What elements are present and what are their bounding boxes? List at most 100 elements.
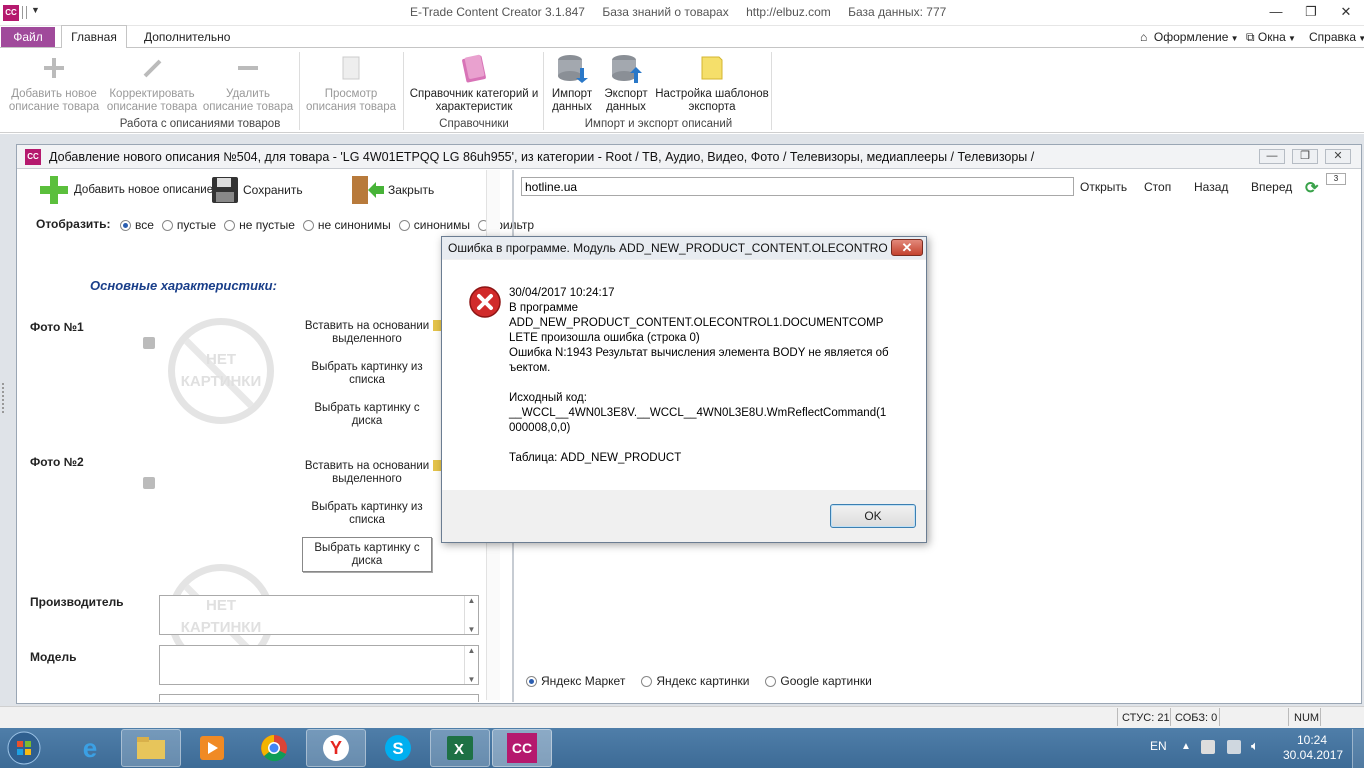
child-app-icon: CC xyxy=(25,149,41,165)
chrome-taskbar-button[interactable] xyxy=(244,729,304,767)
no-image-text: НЕТ xyxy=(206,351,236,368)
no-image-text: КАРТИНКИ xyxy=(180,373,262,390)
add-description-button[interactable]: Добавить новое описание товара xyxy=(6,52,102,114)
scroll-down-icon[interactable]: ▼ xyxy=(468,625,476,634)
design-menu[interactable]: ⌂ Оформление ▼ xyxy=(1140,29,1239,45)
stop-button[interactable]: Стоп xyxy=(1144,180,1171,194)
next-field[interactable] xyxy=(159,694,479,702)
explorer-taskbar-button[interactable] xyxy=(121,729,181,767)
design-label: Оформление xyxy=(1153,30,1229,44)
delete-photo2-icon[interactable] xyxy=(143,477,155,489)
group-io-label: Импорт и экспорт описаний xyxy=(584,118,733,130)
content-creator-taskbar-button[interactable]: CC xyxy=(492,729,552,767)
filter-synonyms-radio[interactable]: синонимы xyxy=(398,218,470,232)
show-desktop-button[interactable] xyxy=(1352,729,1364,768)
catalog-button[interactable]: Справочник категорий и характеристик xyxy=(408,52,540,114)
radio-label: Яндекс картинки xyxy=(656,674,750,688)
network-icon[interactable] xyxy=(1227,740,1241,754)
delete-description-button[interactable]: Удалить описание товара xyxy=(200,52,296,114)
manufacturer-scrollbar[interactable]: ▲ ▼ xyxy=(464,596,478,634)
filter-nonsynonyms-radio[interactable]: не синонимы xyxy=(302,218,391,232)
model-scrollbar[interactable]: ▲ ▼ xyxy=(464,646,478,684)
photo2-choose-list-button[interactable]: Выбрать картинку из списка xyxy=(302,501,432,527)
svg-text:S: S xyxy=(392,739,403,758)
folder-icon xyxy=(433,320,441,331)
photo2-insert-button[interactable]: Вставить на основании выделенного xyxy=(302,460,432,486)
windows-menu[interactable]: ⧉ Окна ▼ xyxy=(1246,29,1296,45)
status-stus: СТУС: 21 xyxy=(1122,712,1170,724)
url-input[interactable] xyxy=(521,177,1074,196)
minimize-icon[interactable]: — xyxy=(1263,3,1289,21)
svg-text:X: X xyxy=(454,741,464,758)
yandex-market-radio[interactable]: Яндекс Маркет xyxy=(526,674,625,688)
yandex-images-radio[interactable]: Яндекс картинки xyxy=(641,674,749,688)
status-separator xyxy=(1219,708,1220,726)
radio-label: Google картинки xyxy=(780,674,872,688)
export-templates-button[interactable]: Настройка шаблонов экспорта xyxy=(655,52,769,114)
clock[interactable]: 10:24 30.04.2017 xyxy=(1283,733,1343,763)
no-image-text: НЕТ xyxy=(206,597,236,614)
import-button[interactable]: Импорт данных xyxy=(546,52,598,114)
radio-label: все xyxy=(135,218,154,232)
delete-photo1-icon[interactable] xyxy=(143,337,155,349)
photo2-choose-disk-button[interactable]: Выбрать картинку с диска xyxy=(302,537,432,572)
status-separator xyxy=(1170,708,1171,726)
skype-taskbar-button[interactable]: S xyxy=(368,729,428,767)
volume-icon[interactable]: 🔈︎ xyxy=(1251,738,1259,754)
app-icon[interactable]: CC xyxy=(3,5,19,21)
filter-nonempty-radio[interactable]: не пустые xyxy=(224,218,295,232)
manufacturer-label: Производитель xyxy=(30,595,124,609)
save-button[interactable]: Сохранить xyxy=(211,176,303,204)
child-close-icon[interactable]: ✕ xyxy=(1325,149,1351,164)
add-green-icon xyxy=(40,176,68,204)
scroll-up-icon[interactable]: ▲ xyxy=(468,646,476,655)
add-new-button[interactable]: Добавить новое описание xyxy=(38,174,213,206)
source-radio-group: Яндекс Маркет Яндекс картинки Google кар… xyxy=(526,674,880,688)
google-images-radio[interactable]: Google картинки xyxy=(765,674,872,688)
close-button[interactable]: Закрыть xyxy=(350,174,434,206)
corner-box[interactable]: 3 xyxy=(1326,173,1346,185)
start-button[interactable] xyxy=(4,729,44,767)
folder-icon xyxy=(433,460,441,471)
photo1-placeholder[interactable]: НЕТ КАРТИНКИ xyxy=(168,318,274,424)
ie-taskbar-button[interactable]: e xyxy=(60,729,120,767)
tab-home[interactable]: Главная xyxy=(61,25,127,48)
filter-all-radio[interactable]: все xyxy=(120,218,154,232)
tab-extra[interactable]: Дополнительно xyxy=(136,27,238,47)
database-export-icon xyxy=(610,52,642,84)
excel-taskbar-button[interactable]: X xyxy=(430,729,490,767)
close-icon[interactable]: ✕ xyxy=(1333,3,1359,21)
ok-button[interactable]: OK xyxy=(830,504,916,528)
child-restore-icon[interactable]: ❐ xyxy=(1292,149,1318,164)
restore-icon[interactable]: ❐ xyxy=(1298,3,1324,21)
filter-empty-radio[interactable]: пустые xyxy=(161,218,216,232)
splitter-handle[interactable] xyxy=(2,383,10,413)
refresh-icon[interactable]: ⟳ xyxy=(1305,178,1318,198)
yandex-taskbar-button[interactable]: Y xyxy=(306,729,366,767)
title-kb: База знаний о товарах xyxy=(602,5,729,19)
view-description-button[interactable]: Просмотр описания товара xyxy=(302,52,400,114)
language-indicator[interactable]: EN xyxy=(1150,739,1167,753)
media-taskbar-button[interactable] xyxy=(182,729,242,767)
quick-access-dropdown-icon[interactable]: ▼ xyxy=(31,5,40,15)
radio-dot xyxy=(398,219,410,231)
back-button[interactable]: Назад xyxy=(1194,180,1228,194)
note-icon xyxy=(696,52,728,84)
model-field[interactable]: ▲ ▼ xyxy=(159,645,479,685)
photo1-insert-button[interactable]: Вставить на основании выделенного xyxy=(302,320,432,346)
flag-icon[interactable] xyxy=(1201,740,1215,754)
open-button[interactable]: Открыть xyxy=(1080,180,1127,194)
pencil-icon xyxy=(136,52,168,84)
export-button[interactable]: Экспорт данных xyxy=(600,52,652,114)
tray-expand-icon[interactable]: ▲ xyxy=(1181,741,1191,752)
help-menu[interactable]: Справка ▼ xyxy=(1309,29,1364,45)
error-dialog-close-icon[interactable]: ✕ xyxy=(891,239,923,256)
tab-file[interactable]: Файл xyxy=(1,27,55,47)
photo1-choose-list-button[interactable]: Выбрать картинку из списка xyxy=(302,361,432,387)
edit-description-button[interactable]: Корректировать описание товара xyxy=(104,52,200,114)
child-minimize-icon[interactable]: — xyxy=(1259,149,1285,164)
forward-button[interactable]: Вперед xyxy=(1251,180,1292,194)
photo1-choose-disk-button[interactable]: Выбрать картинку с диска xyxy=(302,402,432,428)
scroll-down-icon[interactable]: ▼ xyxy=(468,675,476,684)
scroll-up-icon[interactable]: ▲ xyxy=(468,596,476,605)
